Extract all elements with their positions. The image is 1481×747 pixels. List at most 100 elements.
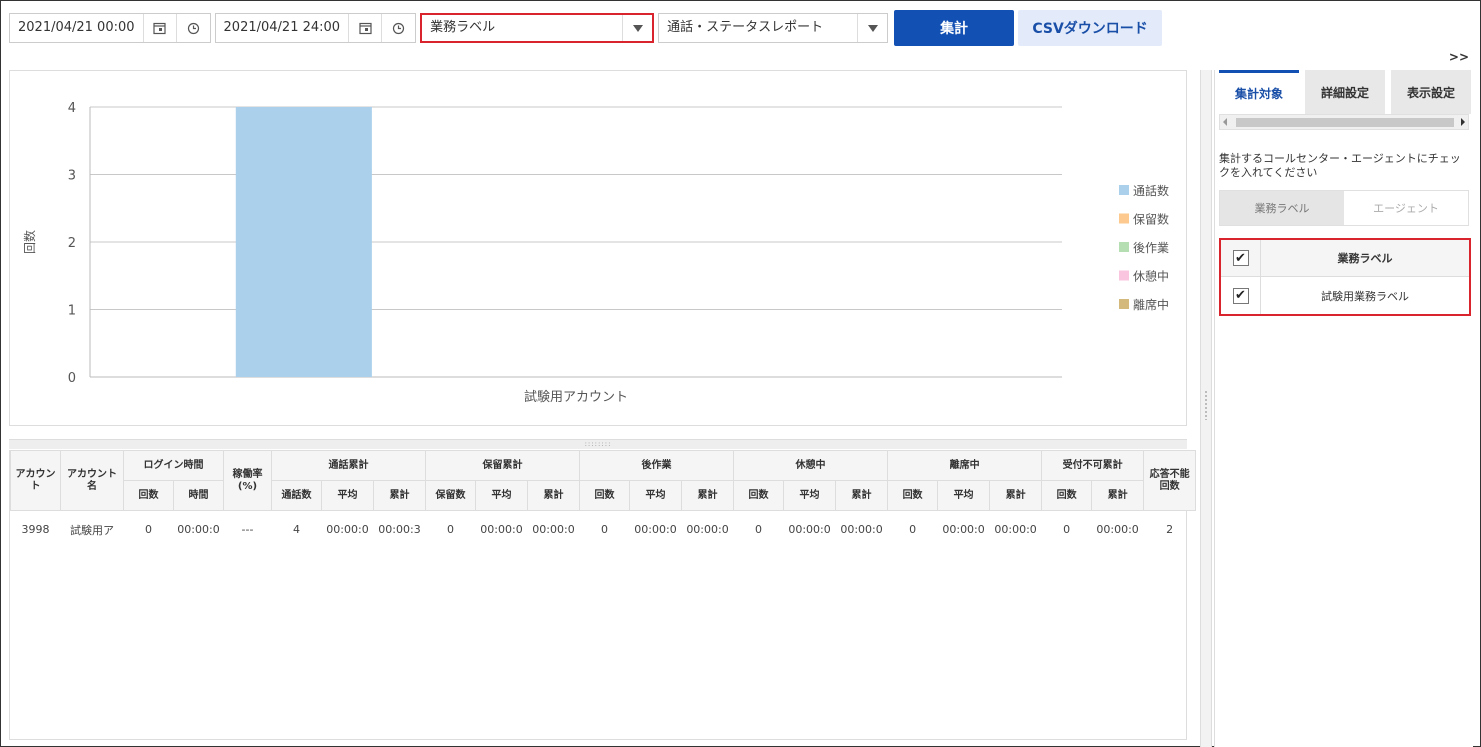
report-select-value: 通話・ステータスレポート [667, 20, 824, 35]
scrollbar-thumb[interactable] [1236, 118, 1454, 127]
calendar-icon[interactable] [349, 14, 383, 42]
x-tick-label: 試験用アカウント [524, 389, 628, 405]
table-cell: 0 [601, 523, 608, 537]
select-all-checkbox[interactable]: ✔ [1232, 250, 1249, 266]
group-select-value: 業務ラベル [430, 20, 496, 35]
target-type-tabs: 業務ラベル エージェント [1219, 190, 1469, 226]
item-checkbox[interactable]: ✔ [1232, 287, 1249, 304]
grip-icon: :::::::: [584, 440, 612, 448]
column-header[interactable]: 通話数 [271, 480, 322, 511]
column-header[interactable]: 回数 [733, 480, 785, 511]
subtab-agent[interactable]: エージェント [1344, 191, 1468, 225]
chevron-down-icon[interactable] [857, 14, 887, 42]
table-cell: 00:00:0 [634, 523, 677, 537]
table-cell: 2 [1166, 523, 1174, 537]
table-cell: 0 [755, 523, 763, 537]
column-group-header: 応答不能回数 [1143, 450, 1197, 511]
scroll-right-icon[interactable] [1461, 118, 1465, 126]
subtab-business-label[interactable]: 業務ラベル [1220, 191, 1344, 225]
column-header[interactable]: 時間 [173, 480, 224, 511]
column-group-header: 受付不可累計 [1041, 450, 1145, 481]
tabs-scrollbar[interactable] [1219, 114, 1469, 130]
column-header[interactable]: 累計 [680, 480, 735, 511]
grip-icon [1204, 390, 1208, 420]
legend-label: 離席中 [1133, 297, 1169, 312]
csv-download-button[interactable]: CSVダウンロード [1018, 10, 1163, 46]
column-header[interactable]: 累計 [373, 480, 426, 511]
column-header[interactable]: 平均 [937, 480, 991, 511]
column-header[interactable]: 平均 [475, 480, 528, 511]
tab-target[interactable]: 集計対象 [1219, 70, 1299, 114]
column-group-header: ログイン時間 [123, 450, 224, 481]
legend-swatch [1119, 213, 1129, 224]
settings-panel: 集計対象 詳細設定 表示設定 集計するコールセンター・エージェントにチェックを入… [1214, 70, 1473, 747]
bar-chart: 0 1 2 3 4 回数試験用アカウント 通話数保留数後作業休憩中離席中 [22, 101, 1169, 405]
y-tick-label: 2 [68, 236, 76, 251]
table-cell: 0 [447, 523, 454, 537]
checklist-header: ✔ 業務ラベル [1221, 240, 1469, 277]
legend-swatch [1119, 185, 1129, 195]
horizontal-splitter[interactable]: :::::::: [9, 439, 1187, 449]
checklist-item-label: 試験用業務ラベル [1321, 289, 1409, 303]
column-header[interactable]: 累計 [527, 480, 580, 511]
legend-swatch [1119, 242, 1129, 252]
column-group-header: アカウント名 [60, 450, 124, 511]
column-group-header: 保留累計 [425, 450, 580, 481]
column-header[interactable]: 累計 [1091, 480, 1145, 511]
calendar-icon[interactable] [144, 14, 177, 42]
table-row[interactable]: 3998 試験用ア 0 00:00:0 --- 4 00:00:0 00:00:3 0 00:00… [11, 511, 1196, 549]
table-cell: 0 [145, 523, 152, 537]
column-group-header: 離席中 [887, 450, 1043, 481]
toolbar: 2021/04/21 00:00 2021/04/21 24:00 業務ラベル … [9, 10, 1163, 46]
column-header[interactable]: 回数 [887, 480, 939, 511]
column-group-header: アカウント [10, 450, 61, 511]
clock-icon[interactable] [177, 14, 210, 42]
start-datetime-picker[interactable]: 2021/04/21 00:00 [9, 13, 211, 43]
tab-display-settings[interactable]: 表示設定 [1391, 70, 1471, 114]
expand-panel-button[interactable]: >> [1449, 50, 1469, 64]
y-tick-label: 4 [68, 101, 76, 116]
column-header[interactable]: 回数 [123, 480, 174, 511]
checklist-item: ✔ 試験用業務ラベル [1221, 277, 1469, 314]
column-header[interactable]: 回数 [1041, 480, 1093, 511]
column-header[interactable]: 平均 [629, 480, 682, 511]
column-header[interactable]: 平均 [321, 480, 374, 511]
y-tick-label: 0 [68, 371, 76, 386]
end-datetime-text[interactable]: 2021/04/21 24:00 [216, 14, 350, 42]
business-label-checklist: ✔ 業務ラベル ✔ 試験用業務ラベル [1219, 238, 1471, 316]
start-datetime-text[interactable]: 2021/04/21 00:00 [10, 14, 144, 42]
table-cell: 00:00:0 [942, 523, 985, 537]
table-cell: 00:00:0 [532, 523, 575, 537]
column-header[interactable]: 累計 [835, 480, 889, 511]
scroll-left-icon[interactable] [1223, 118, 1227, 126]
table-cell: --- [241, 523, 254, 537]
table-cell: 00:00:3 [378, 523, 421, 537]
column-header[interactable]: 累計 [989, 480, 1043, 511]
column-group-header: 後作業 [578, 450, 735, 481]
legend-swatch [1119, 299, 1129, 309]
column-header[interactable]: 保留数 [425, 480, 476, 511]
clock-icon[interactable] [382, 14, 415, 42]
column-header[interactable]: 平均 [783, 480, 837, 511]
aggregate-button[interactable]: 集計 [894, 10, 1015, 46]
end-datetime-picker[interactable]: 2021/04/21 24:00 [214, 13, 417, 43]
column-group-header: 稼働率(%) [223, 450, 272, 511]
y-axis-label: 回数 [22, 230, 37, 254]
checklist-header-label: 業務ラベル [1337, 252, 1393, 265]
report-table: アカウント アカウント名 ログイン時間 稼働率(%) 通話累計 保留累計 後作業 休憩中 離席中… [10, 450, 1197, 549]
chevron-down-icon[interactable] [622, 15, 652, 41]
legend-label: 後作業 [1133, 241, 1169, 255]
settings-tabs: 集計対象 詳細設定 表示設定 [1219, 70, 1477, 114]
column-group-header: 休憩中 [733, 450, 889, 481]
legend-swatch [1119, 270, 1129, 281]
tab-detail-settings[interactable]: 詳細設定 [1305, 70, 1385, 114]
table-cell: 0 [1063, 523, 1071, 537]
column-header[interactable]: 回数 [579, 480, 630, 511]
legend-label: 保留数 [1133, 212, 1169, 227]
vertical-splitter[interactable] [1200, 70, 1212, 747]
table-cell: 00:00:0 [686, 523, 729, 537]
group-select[interactable]: 業務ラベル [420, 13, 655, 43]
table-cell: 試験用ア [70, 523, 114, 537]
report-select[interactable]: 通話・ステータスレポート [658, 13, 889, 43]
table-cell: 00:00:0 [788, 523, 831, 537]
